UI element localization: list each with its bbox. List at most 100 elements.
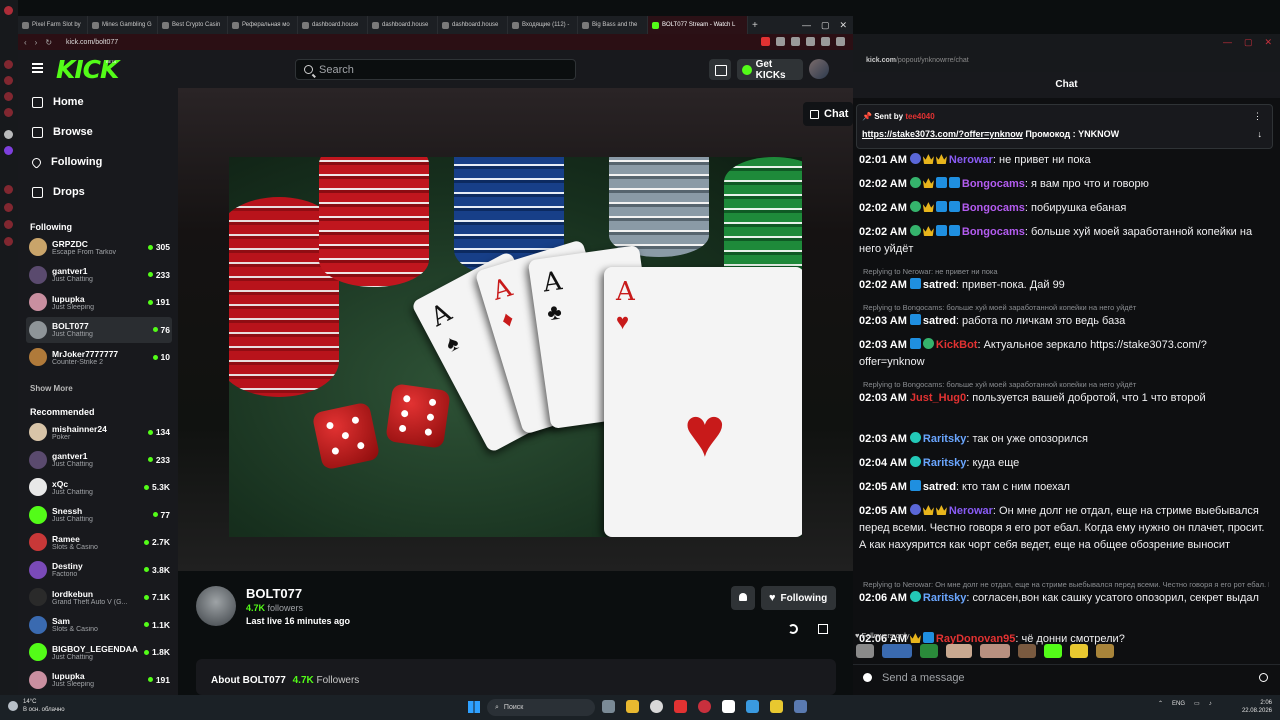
taskbar-search[interactable]: ⌕ Поиск (487, 699, 595, 716)
message-username[interactable]: Nerowar (949, 505, 993, 517)
chat-toggle-button[interactable]: Chat (803, 102, 853, 126)
app-icon[interactable] (770, 700, 783, 713)
message-username[interactable]: Just_Hug0 (910, 392, 966, 404)
new-tab-button[interactable]: + (752, 20, 758, 31)
twitch-icon[interactable] (4, 146, 13, 155)
opera-icon[interactable] (698, 700, 711, 713)
emote[interactable] (1070, 644, 1088, 658)
sidebar-app-icon[interactable] (4, 60, 13, 69)
user-avatar[interactable] (809, 59, 829, 79)
sidebar-app-icon[interactable] (4, 185, 13, 194)
channel-row[interactable]: mishainner24 Poker 134 (26, 419, 172, 445)
extension-icon[interactable] (791, 37, 800, 46)
emote[interactable] (946, 644, 972, 658)
chat-url[interactable]: kick.com/popout/ynknowrre/chat (866, 57, 969, 64)
browser-tab[interactable]: BOLT077 Stream - Watch L (648, 16, 748, 34)
channel-row[interactable]: lupupka Just Sleeping 191 (26, 289, 172, 315)
start-button[interactable] (468, 701, 480, 713)
following-button[interactable]: ♥ Following (761, 586, 836, 610)
pinned-user[interactable]: tee4040 (905, 112, 934, 121)
hamburger-icon[interactable] (32, 63, 43, 73)
search-input[interactable]: Search (295, 59, 576, 80)
app-icon[interactable] (722, 700, 735, 713)
channel-row[interactable]: gantver1 Just Chatting 233 (26, 447, 172, 473)
browser-tab[interactable]: Best Crypto Casin (158, 16, 228, 34)
minimize-icon[interactable]: — (1223, 37, 1232, 48)
pin-action-icon[interactable]: ⋮ (1253, 111, 1262, 122)
message-username[interactable]: KickBot (936, 339, 978, 351)
message-username[interactable]: satred (923, 315, 956, 327)
maximize-icon[interactable]: ▢ (821, 20, 830, 31)
bookmark-icon[interactable] (806, 37, 815, 46)
browser-tab[interactable]: Mines Gambling G (88, 16, 158, 34)
message-username[interactable]: Raritsky (923, 592, 966, 604)
message-username[interactable]: Raritsky (923, 457, 966, 469)
channel-row[interactable]: lupupka Just Sleeping 191 (26, 667, 172, 693)
emote[interactable] (1096, 644, 1114, 658)
nav-item-browse[interactable]: Browse (32, 126, 93, 138)
task-view-icon[interactable] (602, 700, 615, 713)
close-icon[interactable]: ✕ (1264, 37, 1272, 48)
get-kicks-button[interactable]: Get KICKs (737, 59, 803, 81)
nav-item-drops[interactable]: Drops (32, 186, 85, 198)
channel-name[interactable]: BOLT077 (246, 586, 302, 601)
download-icon[interactable] (821, 37, 830, 46)
message-username[interactable]: Bongocams (962, 226, 1025, 238)
url-field[interactable]: kick.com/bolt077 (66, 39, 118, 46)
sidebar-app-icon[interactable] (4, 203, 13, 212)
browser-tab[interactable]: Pixel Farm Slot by (18, 16, 88, 34)
minimize-icon[interactable]: — (802, 20, 811, 30)
yandex-icon[interactable] (674, 700, 687, 713)
file-explorer-icon[interactable] (626, 700, 639, 713)
channel-row[interactable]: BOLT077 Just Chatting 76 (26, 316, 172, 343)
pinned-link[interactable]: https://stake3073.com/?offer=ynknow (862, 129, 1023, 139)
browser-tab[interactable]: dashboard.house (368, 16, 438, 34)
channel-row[interactable]: xQc Just Chatting 5.3K (26, 474, 172, 500)
extension-icon[interactable] (776, 37, 785, 46)
channel-row[interactable]: Sam Slots & Casino 1.1K (26, 612, 172, 638)
message-username[interactable]: satred (923, 481, 956, 493)
video-player[interactable]: A ♠ A ♦ A ♣ A ♥ ♥ Chat (178, 88, 853, 571)
back-icon[interactable]: ‹ (24, 38, 27, 47)
close-icon[interactable]: ✕ (839, 20, 847, 31)
telegram-icon[interactable] (746, 700, 759, 713)
volume-icon[interactable]: ♪ (1209, 701, 1212, 707)
notification-bell-button[interactable] (731, 586, 755, 610)
emote[interactable] (920, 644, 938, 658)
browser-tab[interactable]: Входящие (112) - (508, 16, 578, 34)
emoji-picker-icon[interactable] (1259, 673, 1268, 682)
reload-icon[interactable]: ↻ (45, 38, 52, 47)
emote[interactable] (856, 644, 874, 658)
sidebar-app-icon[interactable] (4, 76, 13, 85)
steam-icon[interactable] (794, 700, 807, 713)
chrome-icon[interactable] (650, 700, 663, 713)
sidebar-app-icon[interactable] (4, 237, 13, 246)
sidebar-app-icon[interactable] (4, 130, 13, 139)
browser-tab[interactable]: Big Bass and the (578, 16, 648, 34)
chat-message-input[interactable]: Send a message (882, 672, 965, 684)
emote[interactable] (1044, 644, 1062, 658)
message-username[interactable]: Bongocams (962, 202, 1025, 214)
message-username[interactable]: satred (923, 279, 956, 291)
language-indicator[interactable]: ENG (1172, 701, 1185, 707)
browser-tab[interactable]: dashboard.house (438, 16, 508, 34)
channel-row[interactable]: lordkebun Grand Theft Auto V (G... 7.1K (26, 584, 172, 610)
gift-icon[interactable] (818, 624, 828, 634)
emote[interactable] (1018, 644, 1036, 658)
menu-icon[interactable] (836, 37, 845, 46)
channel-row[interactable]: Ramee Slots & Casino 2.7K (26, 529, 172, 555)
show-more-link[interactable]: Show More (30, 384, 73, 393)
opera-logo-icon[interactable] (4, 6, 13, 15)
browser-tab[interactable]: dashboard.house (298, 16, 368, 34)
nav-item-home[interactable]: Home (32, 96, 84, 108)
network-icon[interactable]: ▭ (1194, 700, 1200, 707)
emote[interactable] (882, 644, 912, 658)
channel-row[interactable]: GRPZDC Escape From Tarkov 305 (26, 234, 172, 260)
record-icon[interactable] (761, 37, 770, 46)
channel-row[interactable]: Destiny Factorio 3.8K (26, 557, 172, 583)
sidebar-app-icon[interactable] (4, 92, 13, 101)
message-username[interactable]: Raritsky (923, 433, 966, 445)
scroll-down-icon[interactable]: ↓ (1258, 129, 1263, 139)
channel-avatar[interactable] (196, 586, 236, 626)
nav-item-following[interactable]: Following (30, 155, 102, 169)
